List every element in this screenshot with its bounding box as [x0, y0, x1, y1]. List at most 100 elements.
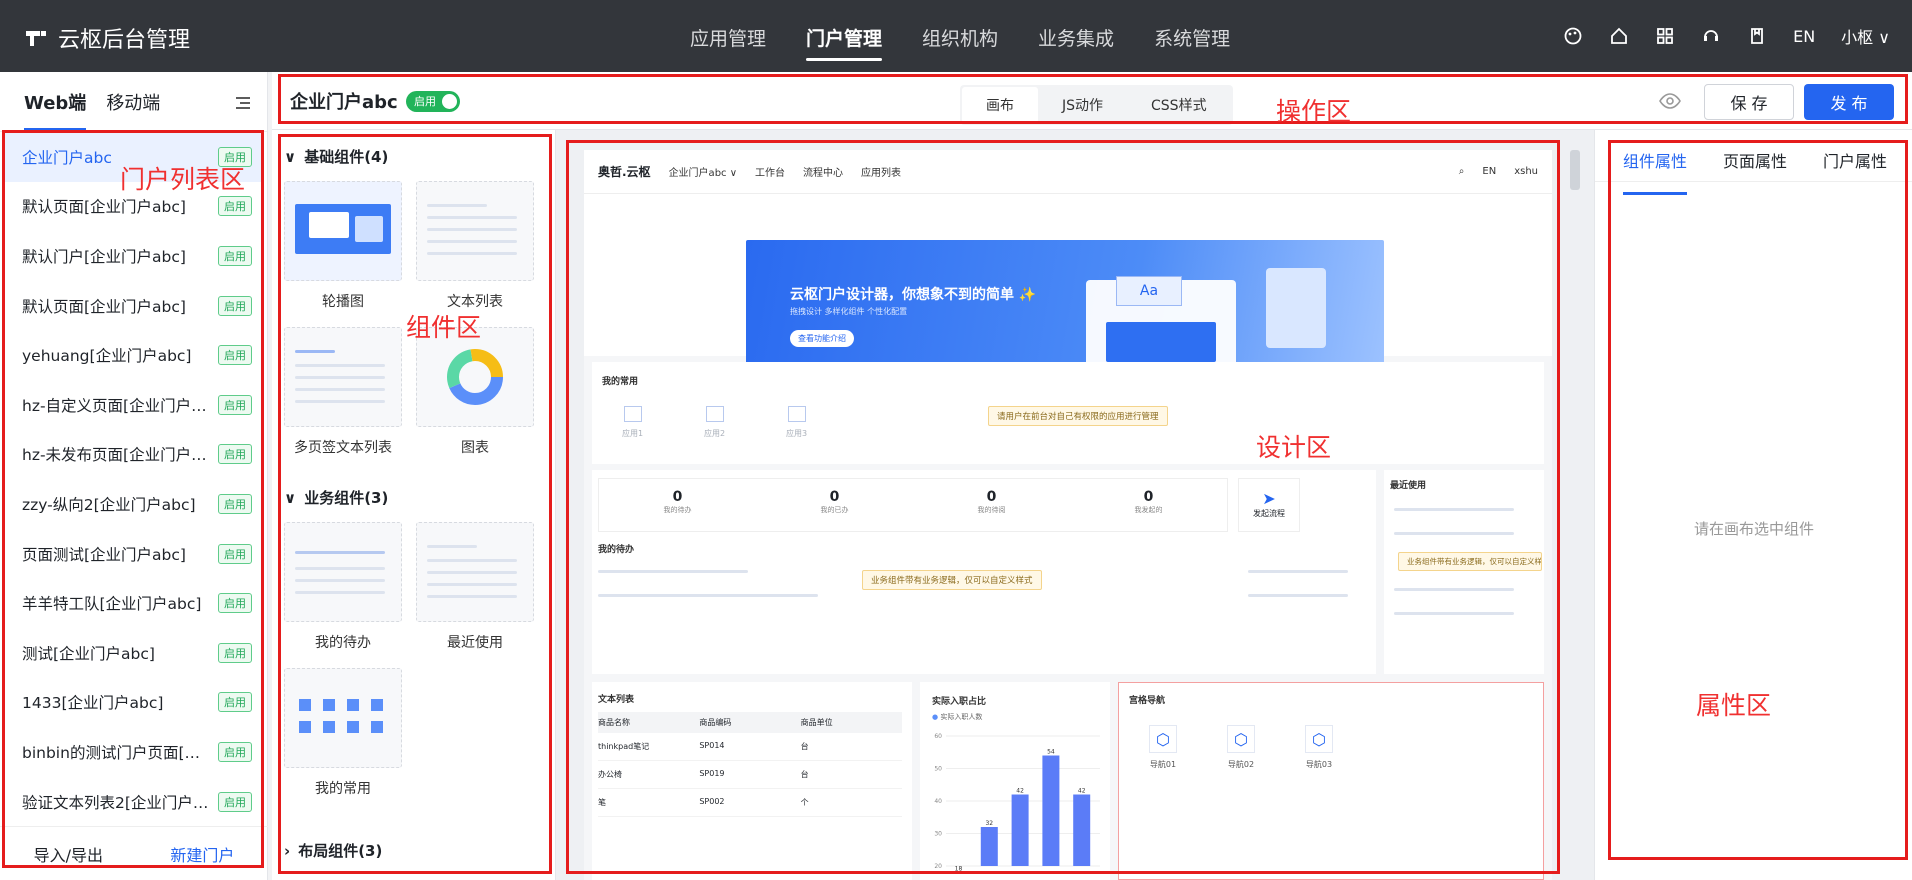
cube-icon: ⬡ [1305, 725, 1333, 753]
common-item-3[interactable]: 应用3 [786, 406, 807, 439]
component-tabbed-text-list[interactable]: 多页签文本列表 [284, 327, 402, 457]
portal-list-item[interactable]: yehuang[企业门户abc] 启用 [4, 330, 262, 380]
component-my-todo[interactable]: 我的待办 [284, 522, 402, 652]
grid-nav-item[interactable]: ⬡ 导航02 [1227, 725, 1255, 770]
support-icon[interactable] [1701, 26, 1721, 46]
preview-search-icon[interactable]: ⌕ [1459, 166, 1465, 177]
tab-page-props[interactable]: 页面属性 [1723, 148, 1787, 181]
chevron-down-icon: ∨ [284, 147, 297, 166]
portal-list-item[interactable]: 页面测试[企业门户abc] 启用 [4, 529, 262, 579]
publish-button[interactable]: 发 布 [1804, 84, 1894, 120]
carousel-section[interactable]: 云枢门户设计器，你想象不到的简单 ✨ 拖拽设计 多样化组件 个性化配置 查看功能… [584, 194, 1552, 398]
stat-item[interactable]: 0 我的待办 [599, 479, 756, 531]
nav-app-management[interactable]: 应用管理 [690, 24, 766, 61]
preview-nav-workbench[interactable]: 工作台 [755, 164, 785, 179]
recent-notice: 业务组件带有业务逻辑，仅可以自定义样式 [1398, 552, 1542, 571]
grid-nav-item[interactable]: ⬡ 导航01 [1149, 725, 1177, 770]
tab-mobile[interactable]: 移动端 [106, 89, 160, 115]
portal-list-item[interactable]: 测试[企业门户abc] 启用 [4, 628, 262, 678]
preview-eye-icon[interactable] [1658, 89, 1682, 113]
annotation-label-design: 设计区 [1256, 433, 1332, 462]
annotation-label-components: 组件区 [406, 313, 482, 342]
text-list-row[interactable]: thinkpad笔记 SP014 台 [598, 733, 902, 761]
portal-list-item[interactable]: 默认页面[企业门户abc] 启用 [4, 281, 262, 331]
component-chart[interactable]: 图表 [416, 327, 534, 457]
common-notice: 请用户在前台对自己有权限的应用进行管理 [988, 406, 1168, 426]
group-basic[interactable]: ∨ 基础组件(4) [272, 130, 555, 177]
tab-js-actions[interactable]: JS动作 [1038, 87, 1127, 123]
portal-name: 默认页面[企业门户abc] [22, 297, 186, 316]
portal-list-item[interactable]: 1433[企业门户abc] 启用 [4, 678, 262, 728]
preview-portal-select[interactable]: 企业门户abc ∨ [669, 164, 737, 179]
nav-system-management[interactable]: 系统管理 [1154, 24, 1230, 61]
stat-value: 0 [829, 489, 840, 505]
common-item-1[interactable]: 应用1 [622, 406, 643, 439]
tab-canvas[interactable]: 画布 [962, 87, 1038, 123]
text-list-section[interactable]: 文本列表 商品名称 商品编码 商品单位 thinkpad笔记 SP014 台办公椅 SP01… [592, 682, 912, 880]
app-logo[interactable]: 云枢后台管理 [24, 22, 190, 54]
portal-list-item[interactable]: 验证文本列表2[企业门户a... 启用 [4, 777, 262, 827]
nav-business-integration[interactable]: 业务集成 [1038, 24, 1114, 61]
home-icon[interactable] [1609, 26, 1629, 46]
palette-icon[interactable] [1563, 26, 1583, 46]
grid-nav-item[interactable]: ⬡ 导航03 [1305, 725, 1333, 770]
chart-section[interactable]: 实际入职占比 ● 实际入职人数 20 30 40 50 60 18 32 42 54 42 [920, 682, 1110, 880]
banner-title: 云枢门户设计器，你想象不到的简单 ✨ [790, 287, 1037, 303]
property-tabs: 组件属性 页面属性 门户属性 [1595, 130, 1912, 195]
stat-label: 我的已办 [820, 506, 849, 514]
component-carousel[interactable]: 轮播图 [284, 181, 402, 311]
status-toggle[interactable]: 启用 [406, 91, 460, 112]
nav-organization[interactable]: 组织机构 [922, 24, 998, 61]
stat-item[interactable]: 0 我发起的 [1070, 479, 1227, 531]
text-list-row[interactable]: 办公椅 SP019 台 [598, 761, 902, 789]
tab-component-props[interactable]: 组件属性 [1623, 148, 1688, 195]
tab-portal-props[interactable]: 门户属性 [1823, 148, 1887, 181]
common-item-2[interactable]: 应用2 [704, 406, 725, 439]
portal-list-item[interactable]: hz-自定义页面[企业门户ab... 启用 [4, 380, 262, 430]
preview-user[interactable]: xshu [1514, 166, 1538, 177]
portal-name: 羊羊特工队[企业门户abc] [22, 595, 202, 614]
stat-value: 0 [986, 489, 997, 505]
document-icon[interactable] [1747, 26, 1767, 46]
component-my-common[interactable]: 我的常用 [284, 668, 402, 798]
text-list-thumbnail [416, 181, 534, 281]
annotation-label-portal-list: 门户列表区 [120, 165, 246, 194]
common-section[interactable]: 我的常用 应用1 应用2 应用3 请用户在前台对自己有权限的应用进行管理 [592, 362, 1544, 464]
banner-button[interactable]: 查看功能介绍 [790, 330, 854, 347]
import-export-button[interactable]: 导入/导出 [34, 842, 103, 866]
portal-list-item[interactable]: hz-未发布页面[企业门户ab... 启用 [4, 430, 262, 480]
save-button[interactable]: 保 存 [1704, 84, 1794, 120]
collapse-menu-icon[interactable] [234, 94, 252, 112]
nav-portal-management[interactable]: 门户管理 [806, 24, 882, 61]
start-flow-button[interactable]: ➤ 发起流程 [1238, 478, 1300, 532]
preview-nav-apps[interactable]: 应用列表 [861, 164, 901, 179]
tab-css-styles[interactable]: CSS样式 [1127, 87, 1231, 123]
text-list-row[interactable]: 笔 SP002 个 [598, 789, 902, 817]
portal-list-item[interactable]: 默认门户[企业门户abc] 启用 [4, 231, 262, 281]
bar-value-label: 42 [1016, 788, 1024, 795]
portal-list-item[interactable]: binbin的测试门户页面[企... 启用 [4, 727, 262, 777]
canvas-scrollbar[interactable] [1570, 150, 1580, 190]
grid-nav-section[interactable]: 宫格导航 ⬡ 导航01 ⬡ 导航02 ⬡ 导航03 [1118, 682, 1544, 880]
design-preview[interactable]: 奥哲.云枢 企业门户abc ∨ 工作台 流程中心 应用列表 ⌕ EN xshu … [584, 150, 1552, 880]
new-portal-button[interactable]: 新建门户 [170, 842, 234, 866]
apps-grid-icon[interactable] [1655, 26, 1675, 46]
bar-value-label: 42 [1078, 788, 1086, 795]
tab-web[interactable]: Web端 [24, 89, 87, 131]
group-business[interactable]: ∨ 业务组件(3) [272, 471, 555, 518]
language-switch[interactable]: EN [1793, 27, 1815, 46]
component-recent-used[interactable]: 最近使用 [416, 522, 534, 652]
stat-item[interactable]: 0 我的已办 [756, 479, 913, 531]
preview-nav-process[interactable]: 流程中心 [803, 164, 843, 179]
stat-item[interactable]: 0 我的待阅 [913, 479, 1070, 531]
group-layout[interactable]: › 布局组件(3) [272, 812, 555, 871]
text-list-header: 商品编码 [699, 718, 732, 727]
preview-lang[interactable]: EN [1482, 166, 1496, 177]
recent-section[interactable]: 最近使用 业务组件带有业务逻辑，仅可以自定义样式 [1384, 470, 1544, 674]
user-menu[interactable]: 小枢 ∨ [1841, 24, 1890, 48]
component-text-list[interactable]: 文本列表 [416, 181, 534, 311]
portal-list-item[interactable]: zzy-纵向2[企业门户abc] 启用 [4, 479, 262, 529]
common-thumbnail [284, 668, 402, 768]
todo-section[interactable]: 0 我的待办 0 我的已办 0 我的待阅 0 我发起的 ➤ 发起流程 我的待办 业务组件带有业务… [592, 470, 1376, 674]
portal-list-item[interactable]: 羊羊特工队[企业门户abc] 启用 [4, 578, 262, 628]
